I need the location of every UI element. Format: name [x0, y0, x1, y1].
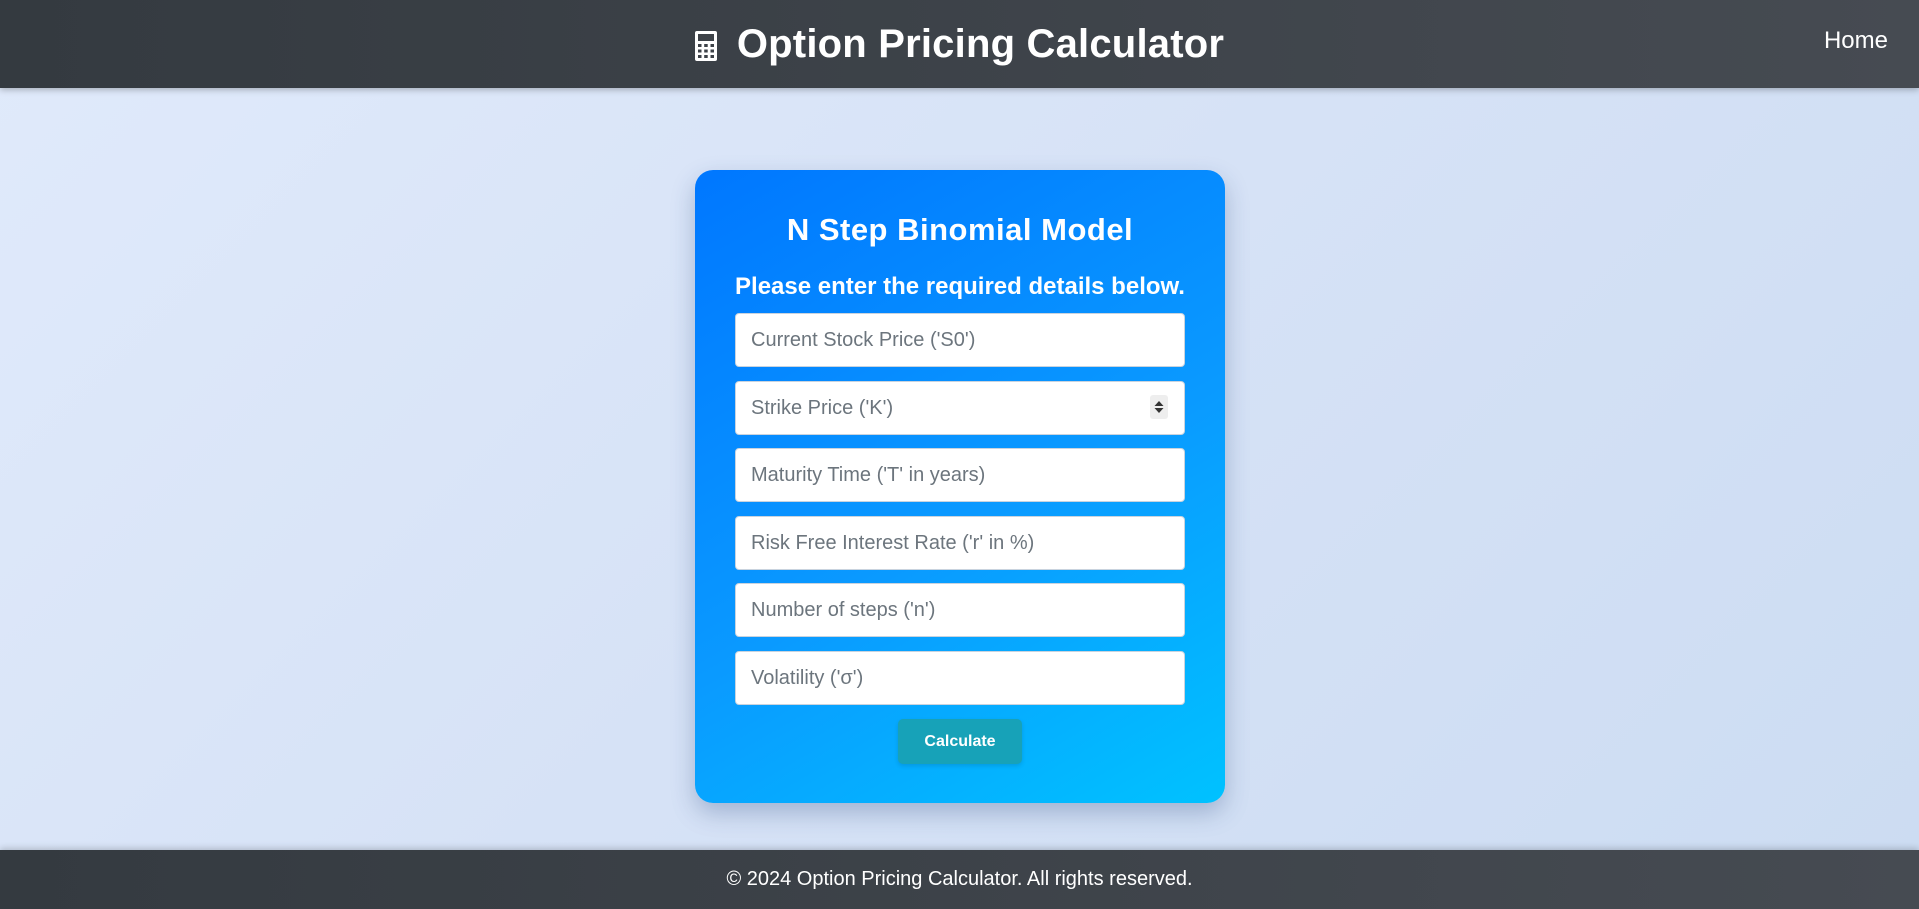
card-subtitle: Please enter the required details below.: [735, 273, 1185, 300]
strike-price-stepper[interactable]: [1150, 395, 1168, 419]
brand: Option Pricing Calculator: [0, 0, 1919, 88]
calculate-button[interactable]: Calculate: [898, 719, 1022, 764]
binomial-form-card: N Step Binomial Model Please enter the r…: [695, 170, 1225, 803]
interest-rate-input[interactable]: [735, 516, 1185, 570]
footer-copyright: © 2024 Option Pricing Calculator. All ri…: [726, 868, 1193, 890]
strike-price-input[interactable]: [735, 381, 1185, 435]
calculator-icon: [694, 31, 717, 61]
volatility-input[interactable]: [735, 651, 1185, 705]
footer: © 2024 Option Pricing Calculator. All ri…: [0, 850, 1919, 909]
app-title: Option Pricing Calculator: [736, 21, 1225, 66]
card-title: N Step Binomial Model: [786, 212, 1134, 247]
nav-home-link[interactable]: Home: [1824, 27, 1888, 55]
number-of-steps-input[interactable]: [735, 583, 1185, 637]
top-navbar: Option Pricing Calculator Home: [0, 0, 1919, 88]
stock-price-input[interactable]: [735, 313, 1185, 367]
maturity-time-input[interactable]: [735, 448, 1185, 502]
